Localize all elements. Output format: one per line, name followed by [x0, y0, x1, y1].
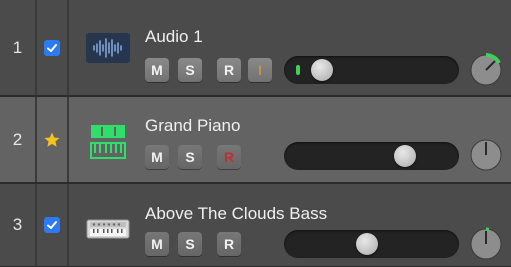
keyboard-instrument-icon	[88, 123, 128, 161]
record-enable-button[interactable]: R	[217, 145, 241, 169]
track-name[interactable]: Grand Piano	[145, 116, 240, 136]
track-row[interactable]: 3 Above The Clouds Bass M S R	[0, 184, 511, 266]
volume-slider-thumb[interactable]	[311, 59, 333, 81]
track-list: 1 Audio 1 M S R I 2 Grand Piano M S R 3 …	[0, 0, 511, 266]
track-name[interactable]: Above The Clouds Bass	[145, 204, 327, 224]
track-activity-checkbox[interactable]	[37, 0, 69, 95]
track-favorite-star[interactable]	[37, 97, 69, 182]
solo-button[interactable]: S	[178, 145, 202, 169]
track-activity-checkbox[interactable]	[37, 184, 69, 266]
track-number: 2	[0, 97, 37, 182]
pan-knob[interactable]	[468, 226, 504, 262]
volume-slider[interactable]	[284, 142, 459, 170]
solo-button[interactable]: S	[178, 58, 202, 82]
track-name[interactable]: Audio 1	[145, 27, 203, 47]
track-row[interactable]: 1 Audio 1 M S R I	[0, 0, 511, 97]
record-enable-label: R	[223, 149, 235, 165]
level-meter	[296, 65, 300, 75]
checkmark-icon	[44, 217, 60, 233]
pan-knob[interactable]	[468, 52, 504, 88]
record-enable-button[interactable]: R	[217, 58, 241, 82]
synthesizer-icon	[86, 214, 130, 244]
mute-button[interactable]: M	[145, 145, 169, 169]
record-enable-button[interactable]: R	[217, 232, 241, 256]
volume-slider[interactable]	[284, 230, 459, 258]
track-row[interactable]: 2 Grand Piano M S R	[0, 97, 511, 184]
volume-slider[interactable]	[284, 56, 459, 84]
input-monitoring-button[interactable]: I	[248, 58, 272, 82]
volume-slider-thumb[interactable]	[394, 145, 416, 167]
mute-button[interactable]: M	[145, 232, 169, 256]
star-icon	[44, 132, 60, 147]
pan-knob[interactable]	[468, 137, 504, 173]
volume-slider-thumb[interactable]	[356, 233, 378, 255]
mute-button[interactable]: M	[145, 58, 169, 82]
track-number: 1	[0, 0, 37, 95]
checkmark-icon	[44, 39, 60, 56]
track-number: 3	[0, 184, 37, 266]
audio-waveform-icon	[86, 33, 130, 63]
solo-button[interactable]: S	[178, 232, 202, 256]
